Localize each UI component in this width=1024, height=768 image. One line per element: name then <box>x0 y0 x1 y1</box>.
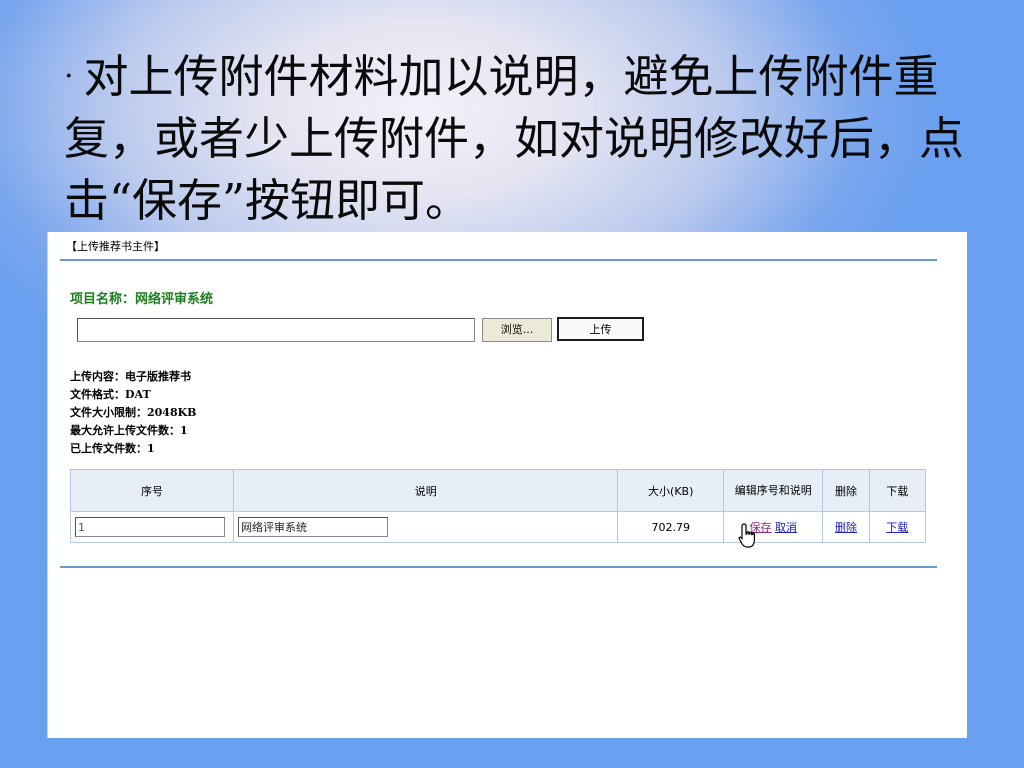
table-row: 1 网络评审系统 702.79 保存 取消 删除 下载 <box>70 511 927 543</box>
uploaded-files-table: 序号 说明 大小(KB) 编辑序号和说明 删除 下载 1 网络评审系统 702.… <box>70 469 927 543</box>
info-uploaded-count: 已上传文件数：1 <box>70 442 155 455</box>
divider-top <box>60 259 937 261</box>
desc-cell: 网络评审系统 <box>232 511 619 543</box>
table-header-row: 序号 说明 大小(KB) 编辑序号和说明 删除 下载 <box>70 469 927 512</box>
slide-bullet-text: · 对上传附件材料加以说明，避免上传附件重复，或者少上传附件，如对说明修改好后，点… <box>64 46 964 232</box>
info-max-files: 最大允许上传文件数：1 <box>70 424 188 437</box>
cancel-link[interactable]: 取消 <box>775 521 797 534</box>
browse-button[interactable]: 浏览... <box>482 318 552 342</box>
desc-input[interactable]: 网络评审系统 <box>238 517 388 537</box>
instruction-text: 对上传附件材料加以说明，避免上传附件重复，或者少上传附件，如对说明修改好后，点击… <box>64 50 965 227</box>
header-seq: 序号 <box>70 469 234 512</box>
bullet-mark: · <box>64 59 74 94</box>
divider-bottom <box>60 566 937 568</box>
header-delete: 删除 <box>822 469 870 512</box>
delete-cell: 删除 <box>822 511 870 543</box>
header-size: 大小(KB) <box>617 469 725 512</box>
upload-info: 上传内容：电子版推荐书 文件格式：DAT 文件大小限制：2048KB 最大允许上… <box>70 368 196 458</box>
project-name: 项目名称：网络评审系统 <box>70 292 214 307</box>
download-link[interactable]: 下载 <box>886 521 908 534</box>
download-cell: 下载 <box>868 511 927 543</box>
size-cell: 702.79 <box>617 511 725 543</box>
delete-link[interactable]: 删除 <box>835 521 857 534</box>
upload-button[interactable]: 上传 <box>557 317 644 341</box>
hand-pointer-icon <box>738 523 755 548</box>
upload-panel: 【上传推荐书主件】 项目名称：网络评审系统 浏览... 上传 上传内容：电子版推… <box>47 232 967 738</box>
info-content: 上传内容：电子版推荐书 <box>70 370 191 383</box>
seq-input[interactable]: 1 <box>75 517 225 537</box>
seq-cell: 1 <box>70 511 234 543</box>
panel-title: 【上传推荐书主件】 <box>66 240 165 253</box>
file-path-input[interactable] <box>77 318 475 342</box>
info-size-limit: 文件大小限制：2048KB <box>70 406 197 419</box>
header-desc: 说明 <box>232 469 619 512</box>
info-format: 文件格式：DAT <box>70 388 151 401</box>
header-download: 下载 <box>868 469 927 512</box>
header-edit: 编辑序号和说明 <box>723 469 824 512</box>
